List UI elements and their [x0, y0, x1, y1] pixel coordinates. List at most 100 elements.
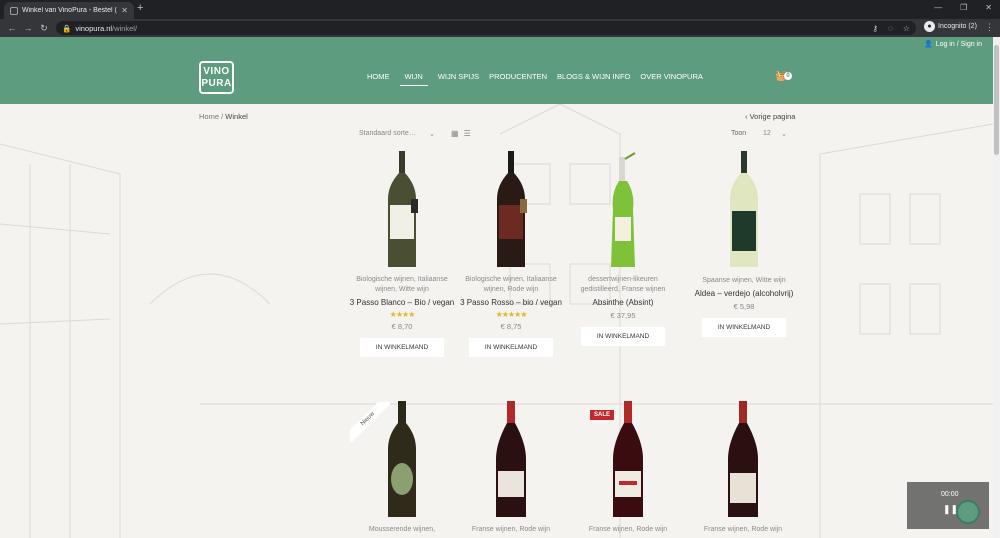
product-price: € 5,98 — [733, 302, 755, 311]
product-name[interactable]: 3 Passo Blanco – Bio / vegan — [347, 297, 457, 308]
nav-blogs[interactable]: BLOGS & WIJN INFO — [557, 72, 630, 86]
bottle-image — [496, 401, 526, 517]
video-time: 00:00 — [941, 491, 959, 498]
site-header: 👤 Log in / Sign in VINO PURA HOME WIJN W… — [0, 37, 993, 104]
main-nav: HOME WIJN WIJN SPIJS PRODUCENTEN BLOGS &… — [367, 72, 703, 86]
product-card[interactable]: Spaanse wijnen, Witte wijn Aldea – verde… — [689, 149, 799, 337]
url-path: /winkel/ — [112, 23, 138, 33]
cart-count: 0 — [784, 72, 792, 80]
product-price: € 37,95 — [610, 311, 636, 320]
product-category[interactable]: dessertwijnen-likeuren gedistilleerd, Fr… — [568, 275, 678, 295]
breadcrumb-current: Winkel — [225, 112, 248, 121]
menu-icon[interactable]: ⋮ — [985, 22, 994, 33]
bottle-image — [497, 151, 527, 267]
chevron-down-icon: ⌄ — [429, 131, 435, 138]
product-card[interactable]: Franse wijnen, Rode wijn — [456, 399, 566, 535]
view-toggle: ▦ ☰ — [451, 129, 471, 138]
product-name[interactable]: Absinthe (Absint) — [568, 297, 678, 308]
product-category[interactable]: Franse wijnen, Rode wijn — [573, 525, 683, 535]
user-icon: 👤 — [923, 41, 933, 48]
video-overlay[interactable]: 00:00 ❚❚ — [907, 482, 989, 529]
login-label: Log in / Sign in — [935, 40, 982, 48]
address-toolbar: ← → ↻ 🔒 vinopura.nl/winkel/ ⚷ ◌ ☆ ● Inco… — [0, 19, 1000, 37]
product-category[interactable]: Mousserende wijnen, — [347, 525, 457, 535]
bottle-image — [611, 152, 636, 267]
product-category[interactable]: Franse wijnen, Rode wijn — [456, 525, 566, 535]
chevron-down-icon: ⌄ — [781, 131, 787, 138]
per-page-select[interactable]: 12 ⌄ — [763, 130, 787, 138]
product-card[interactable]: Franse wijnen, Rode wijn — [688, 399, 798, 535]
previous-page-label: Vorige pagina — [749, 112, 796, 121]
bottle-image — [730, 151, 758, 267]
bottle-image — [388, 151, 418, 267]
logo-line-1: VINO — [203, 66, 230, 77]
product-category[interactable]: Biologische wijnen, Italiaanse wijnen, R… — [456, 275, 566, 295]
tab-title: Winkel van VinoPura - Bestel (H… — [22, 7, 117, 14]
bottle-image — [613, 401, 643, 517]
eye-off-icon[interactable]: ◌ — [888, 24, 893, 33]
site-logo[interactable]: VINO PURA — [199, 61, 234, 94]
close-tab-icon[interactable]: ✕ — [121, 6, 128, 15]
per-page-value: 12 — [763, 130, 771, 137]
product-card[interactable]: dessertwijnen-likeuren gedistilleerd, Fr… — [568, 149, 678, 346]
star-icon[interactable]: ☆ — [903, 24, 910, 33]
logo-line-2: PURA — [201, 78, 232, 89]
sort-label: Standaard sorte… — [359, 130, 416, 137]
add-to-cart-button[interactable]: IN WINKELMAND — [468, 338, 554, 357]
lock-icon: 🔒 — [62, 23, 72, 33]
profile-label: Incognito (2) — [938, 23, 977, 30]
incognito-profile[interactable]: ● Incognito (2) — [924, 21, 977, 32]
show-label: Toon — [731, 130, 747, 137]
browser-tab-bar: Winkel van VinoPura - Bestel (H… ✕ + — ❐… — [0, 0, 1000, 19]
minimize-icon[interactable]: — — [934, 3, 942, 12]
page-scrollbar[interactable] — [993, 37, 1000, 538]
rating-stars: ★★★★★ — [495, 310, 528, 319]
grid-view-icon[interactable]: ▦ — [451, 129, 459, 138]
list-view-icon[interactable]: ☰ — [464, 129, 471, 138]
sort-select[interactable]: Standaard sorte… ⌄ — [359, 130, 435, 138]
new-tab-icon[interactable]: + — [137, 2, 143, 14]
product-price: € 8,70 — [391, 322, 413, 331]
nav-home[interactable]: HOME — [367, 72, 390, 86]
favicon-icon — [10, 6, 18, 15]
cart-button[interactable]: 🧺 0 — [775, 71, 792, 82]
back-icon[interactable]: ← — [4, 23, 20, 33]
nav-wijn[interactable]: WIJN — [399, 72, 428, 86]
window-controls: — ❐ ✕ — [934, 3, 992, 12]
product-card[interactable]: Biologische wijnen, Italiaanse wijnen, W… — [347, 149, 457, 357]
product-name[interactable]: Aldea – verdejo (alcoholvrij) — [689, 288, 799, 299]
product-name[interactable]: 3 Passo Rosso – bio / vegan — [456, 297, 566, 308]
product-card[interactable]: Biologische wijnen, Italiaanse wijnen, R… — [456, 149, 566, 357]
product-price: € 8,75 — [500, 322, 522, 331]
forward-icon[interactable]: → — [20, 23, 36, 33]
breadcrumb: Home / Winkel — [199, 112, 248, 121]
nav-wijn-spijs[interactable]: WIJN SPIJS — [438, 72, 479, 86]
chat-bubble-icon[interactable] — [956, 500, 980, 524]
breadcrumb-home[interactable]: Home — [199, 112, 219, 121]
add-to-cart-button[interactable]: IN WINKELMAND — [359, 338, 445, 357]
url-host: vinopura.nl — [75, 23, 113, 33]
nav-over-vinopura[interactable]: OVER VINOPURA — [640, 72, 703, 86]
product-category[interactable]: Biologische wijnen, Italiaanse wijnen, W… — [347, 275, 457, 295]
reload-icon[interactable]: ↻ — [36, 23, 52, 34]
bottle-image — [728, 401, 758, 517]
product-card[interactable]: Mousserende wijnen, — [347, 399, 457, 535]
add-to-cart-button[interactable]: IN WINKELMAND — [580, 327, 666, 346]
bottle-image — [388, 401, 416, 517]
login-link[interactable]: 👤 Log in / Sign in — [923, 40, 982, 49]
scrollbar-thumb[interactable] — [994, 45, 999, 155]
browser-tab[interactable]: Winkel van VinoPura - Bestel (H… ✕ — [4, 2, 134, 19]
add-to-cart-button[interactable]: IN WINKELMAND — [701, 318, 787, 337]
product-card[interactable]: Franse wijnen, Rode wijn — [573, 399, 683, 535]
web-page: 👤 Log in / Sign in VINO PURA HOME WIJN W… — [0, 37, 993, 538]
incognito-icon: ● — [924, 21, 935, 32]
maximize-icon[interactable]: ❐ — [960, 3, 967, 12]
close-window-icon[interactable]: ✕ — [985, 3, 992, 12]
url-bar[interactable]: 🔒 vinopura.nl/winkel/ ⚷ ◌ ☆ — [56, 21, 916, 35]
nav-producenten[interactable]: PRODUCENTEN — [489, 72, 547, 86]
previous-page-link[interactable]: ‹ Vorige pagina — [745, 112, 795, 121]
product-category[interactable]: Franse wijnen, Rode wijn — [688, 525, 798, 535]
product-category[interactable]: Spaanse wijnen, Witte wijn — [689, 275, 799, 286]
key-icon[interactable]: ⚷ — [872, 24, 878, 33]
rating-stars: ★★★★ — [389, 310, 416, 319]
